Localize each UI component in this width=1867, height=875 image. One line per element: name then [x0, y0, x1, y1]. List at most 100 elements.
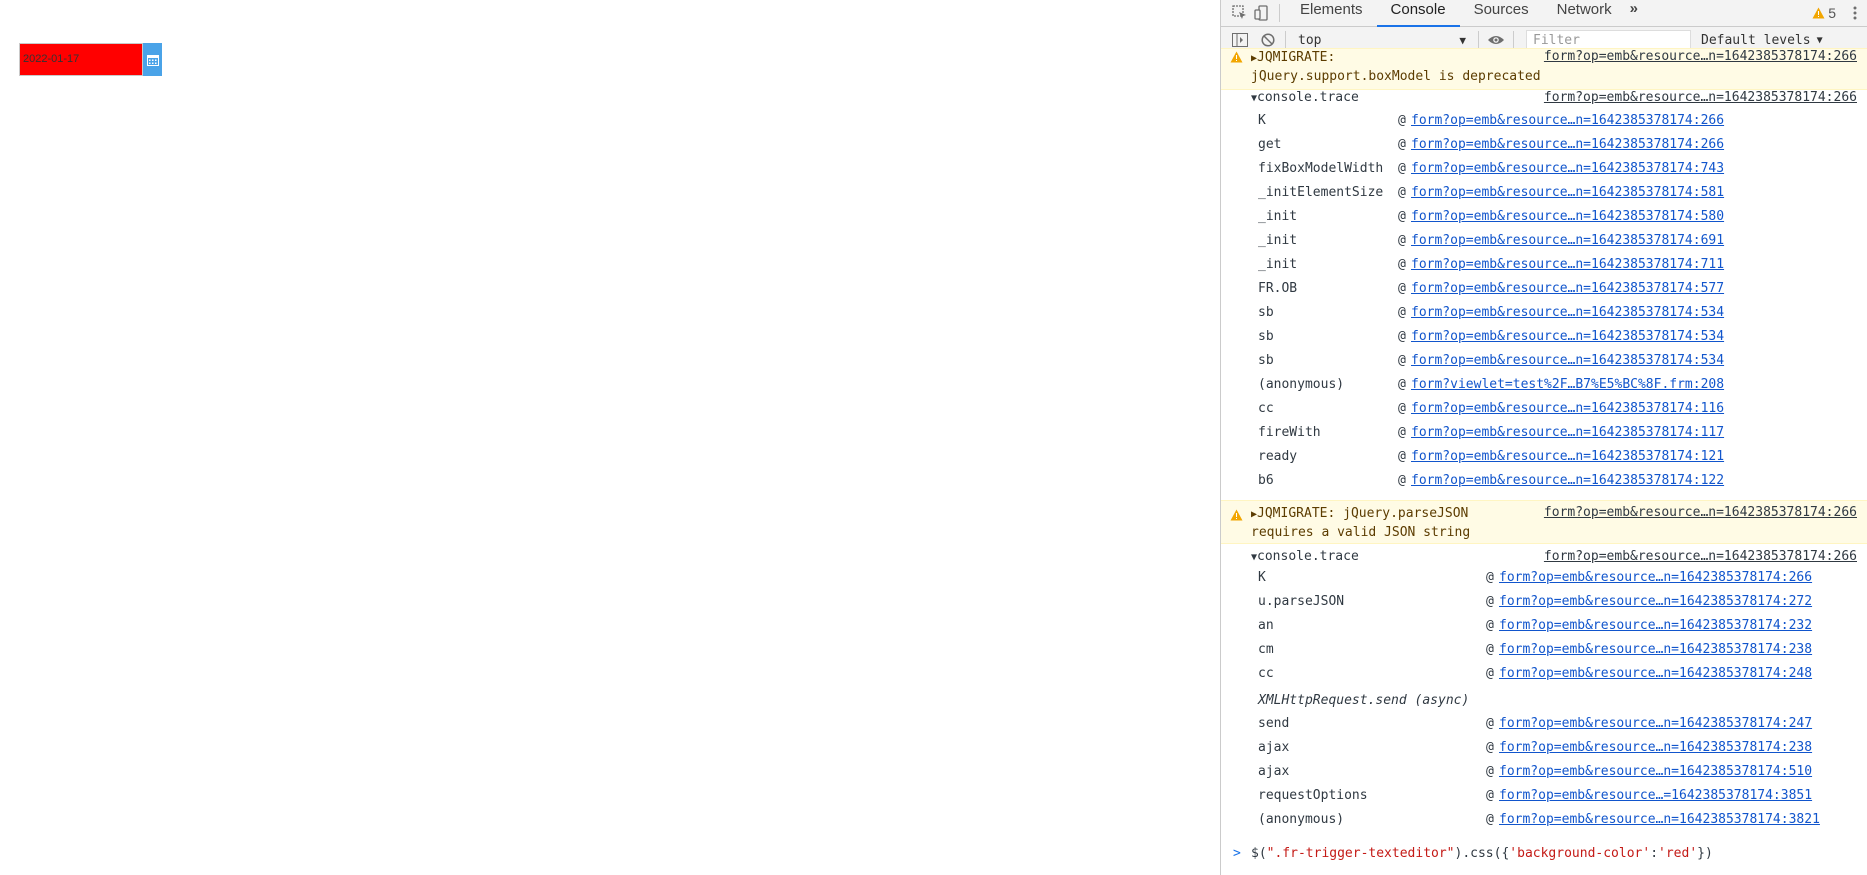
- devtools-panel: Elements Console Sources Network » 5 top…: [1220, 0, 1867, 875]
- frame-source-link[interactable]: form?op=emb&resource…n=1642385378174:232: [1499, 616, 1812, 636]
- frame-source-link[interactable]: form?op=emb&resource…n=1642385378174:247: [1499, 714, 1812, 734]
- frame-function-name: ajax: [1258, 740, 1290, 755]
- frame-at-sign: @: [1398, 137, 1406, 152]
- frame-at-sign: @: [1486, 594, 1494, 609]
- cmd-token: ).css({: [1454, 846, 1510, 861]
- tab-network[interactable]: Network: [1543, 0, 1626, 27]
- frame-source-link[interactable]: form?op=emb&resource…n=1642385378174:238: [1499, 738, 1812, 758]
- frame-source-link[interactable]: form?op=emb&resource…n=1642385378174:691: [1411, 231, 1724, 251]
- frame-source-link[interactable]: form?op=emb&resource…n=1642385378174:238: [1499, 640, 1812, 660]
- dropdown-arrow-icon: ▼: [1816, 34, 1823, 46]
- source-link[interactable]: form?op=emb&resource…n=1642385378174:266: [1544, 549, 1857, 564]
- device-toolbar-icon[interactable]: [1251, 2, 1273, 24]
- inspect-element-icon[interactable]: [1229, 2, 1251, 24]
- web-page: 2022-01-17: [0, 0, 1220, 875]
- warning-line-2: jQuery.support.boxModel is deprecated: [1251, 69, 1541, 84]
- frame-source-link[interactable]: form?op=emb&resource…n=1642385378174:121: [1411, 447, 1724, 467]
- console-prompt[interactable]: > $(".fr-trigger-texteditor").css({'back…: [1221, 842, 1867, 866]
- frame-source-link[interactable]: form?op=emb&resource…n=1642385378174:534: [1411, 303, 1724, 323]
- toolbar-divider: [1279, 4, 1280, 22]
- more-tabs-button[interactable]: »: [1626, 0, 1642, 27]
- frame-source-link[interactable]: form?op=emb&resource…n=1642385378174:577: [1411, 279, 1724, 299]
- frame-at-sign: @: [1486, 642, 1494, 657]
- tab-console[interactable]: Console: [1376, 0, 1460, 27]
- cmd-string: 'red': [1658, 846, 1698, 861]
- toolbar-divider: [1285, 31, 1286, 49]
- frame-source-link[interactable]: form?op=emb&resource…n=1642385378174:534: [1411, 327, 1724, 347]
- frame-function-name: cm: [1258, 642, 1274, 657]
- warning-count: 5: [1828, 5, 1836, 21]
- frame-function-name: b6: [1258, 473, 1274, 488]
- frame-source-link[interactable]: form?op=emb&resource…n=1642385378174:711: [1411, 255, 1724, 275]
- frame-at-sign: @: [1486, 570, 1494, 585]
- cmd-token: }): [1697, 846, 1713, 861]
- frame-at-sign: @: [1398, 233, 1406, 248]
- frame-source-link[interactable]: form?op=emb&resource…n=1642385378174:117: [1411, 423, 1724, 443]
- frame-source-link[interactable]: form?op=emb&resource…n=1642385378174:266: [1499, 568, 1812, 588]
- console-warning-message: ▶JQMIGRATE: jQuery.parseJSON requires a …: [1221, 500, 1867, 544]
- frame-function-name: sb: [1258, 353, 1274, 368]
- warning-icon: [1230, 51, 1243, 63]
- frame-source-link[interactable]: form?op=emb&resource…n=1642385378174:272: [1499, 592, 1812, 612]
- source-link[interactable]: form?op=emb&resource…n=1642385378174:266: [1544, 49, 1857, 64]
- calendar-trigger-button[interactable]: [143, 43, 162, 76]
- frame-function-name: fixBoxModelWidth: [1258, 161, 1384, 176]
- frame-at-sign: @: [1398, 449, 1406, 464]
- context-value: top: [1298, 32, 1322, 48]
- frame-source-link[interactable]: form?op=emb&resource…n=1642385378174:116: [1411, 399, 1724, 419]
- console-trace-header[interactable]: ▼console.trace: [1251, 90, 1359, 105]
- frame-function-name: _init: [1258, 257, 1298, 272]
- warning-icon: [1230, 509, 1243, 521]
- frame-function-name: ajax: [1258, 764, 1290, 779]
- frame-source-link[interactable]: form?op=emb&resource…n=1642385378174:580: [1411, 207, 1724, 227]
- frame-source-link[interactable]: form?op=emb&resource…n=1642385378174:581: [1411, 183, 1724, 203]
- frame-function-name: sb: [1258, 329, 1274, 344]
- trace-label: console.trace: [1257, 90, 1359, 105]
- frame-at-sign: @: [1486, 812, 1494, 827]
- frame-function-name: _initElementSize: [1258, 185, 1384, 200]
- frame-at-sign: @: [1398, 473, 1406, 488]
- tab-elements[interactable]: Elements: [1286, 0, 1377, 27]
- warning-text: ▶JQMIGRATE: jQuery.parseJSON requires a …: [1251, 505, 1470, 542]
- frame-source-link[interactable]: form?op=emb&resource…n=1642385378174:534: [1411, 351, 1724, 371]
- frame-source-link[interactable]: form?op=emb&resource…n=1642385378174:122: [1411, 471, 1724, 491]
- frame-source-link[interactable]: form?op=emb&resource…n=1642385378174:266: [1411, 135, 1724, 155]
- log-levels-dropdown[interactable]: Default levels ▼: [1701, 33, 1823, 48]
- frame-source-link[interactable]: form?op=emb&resource…n=1642385378174:382…: [1499, 810, 1820, 830]
- frame-at-sign: @: [1486, 788, 1494, 803]
- frame-function-name: cc: [1258, 401, 1274, 416]
- frame-function-name: _init: [1258, 209, 1298, 224]
- frame-at-sign: @: [1486, 666, 1494, 681]
- source-link[interactable]: form?op=emb&resource…n=1642385378174:266: [1544, 505, 1857, 520]
- frame-function-name: cc: [1258, 666, 1274, 681]
- console-trace-header[interactable]: ▼console.trace: [1251, 549, 1359, 564]
- frame-at-sign: @: [1486, 618, 1494, 633]
- cmd-string: 'background-color': [1509, 846, 1651, 861]
- calendar-icon: [146, 54, 159, 66]
- toolbar-divider: [1478, 31, 1479, 49]
- console-output: ▶JQMIGRATE: jQuery.support.boxModel is d…: [1221, 48, 1867, 875]
- warning-counter[interactable]: 5: [1812, 5, 1836, 21]
- console-warning-message: ▶JQMIGRATE: jQuery.support.boxModel is d…: [1221, 48, 1867, 90]
- frame-source-link[interactable]: form?op=emb&resource…=1642385378174:3851: [1499, 786, 1812, 806]
- frame-at-sign: @: [1398, 185, 1406, 200]
- frame-function-name: (anonymous): [1258, 377, 1345, 392]
- toolbar-divider: [1513, 31, 1514, 49]
- frame-at-sign: @: [1398, 161, 1406, 176]
- frame-at-sign: @: [1398, 329, 1406, 344]
- frame-function-name: fireWith: [1258, 425, 1321, 440]
- frame-source-link[interactable]: form?op=emb&resource…n=1642385378174:248: [1499, 664, 1812, 684]
- frame-at-sign: @: [1398, 377, 1406, 392]
- source-link[interactable]: form?op=emb&resource…n=1642385378174:266: [1544, 90, 1857, 105]
- more-options-icon[interactable]: [1844, 2, 1866, 24]
- frame-at-sign: @: [1398, 113, 1406, 128]
- frame-source-link[interactable]: form?op=emb&resource…n=1642385378174:266: [1411, 111, 1724, 131]
- prompt-input[interactable]: $(".fr-trigger-texteditor").css({'backgr…: [1251, 842, 1713, 866]
- frame-function-name: get: [1258, 137, 1282, 152]
- date-input[interactable]: 2022-01-17: [19, 43, 143, 76]
- tab-sources[interactable]: Sources: [1460, 0, 1543, 27]
- frame-function-name: _init: [1258, 233, 1298, 248]
- frame-source-link[interactable]: form?viewlet=test%2F…B7%E5%BC%8F.frm:208: [1411, 375, 1724, 395]
- frame-source-link[interactable]: form?op=emb&resource…n=1642385378174:743: [1411, 159, 1724, 179]
- frame-source-link[interactable]: form?op=emb&resource…n=1642385378174:510: [1499, 762, 1812, 782]
